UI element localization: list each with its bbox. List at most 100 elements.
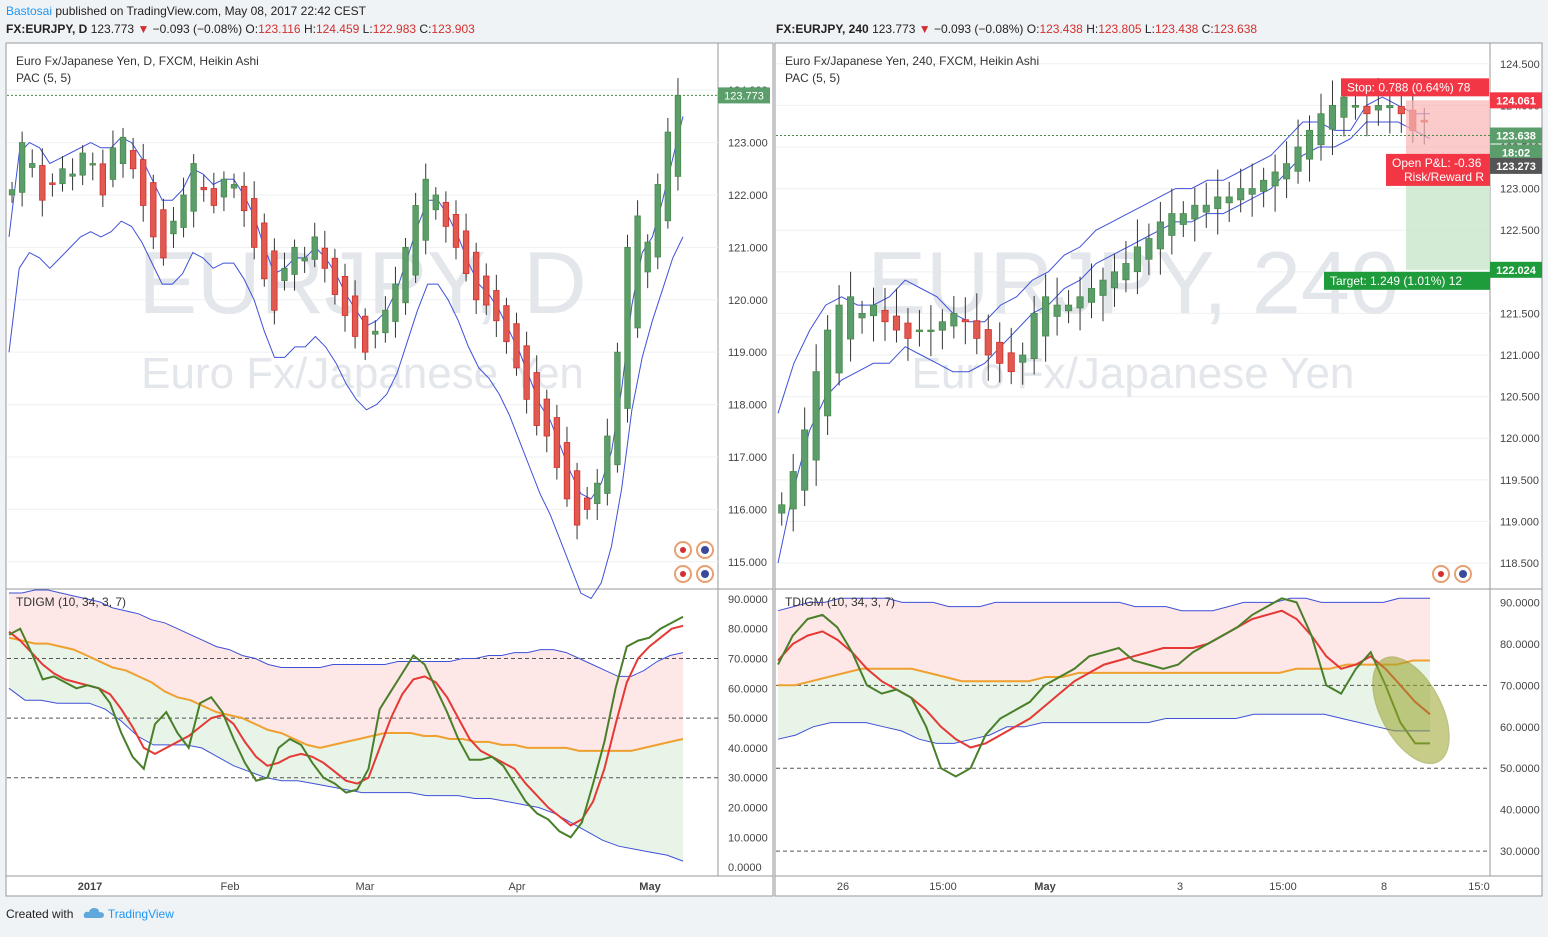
right-candle-body[interactable] <box>1214 196 1222 210</box>
right-candle-body[interactable] <box>1099 279 1107 296</box>
right-candle-body[interactable] <box>1317 113 1325 146</box>
left-symbol[interactable]: FX:EURJPY, D <box>6 22 87 36</box>
left-candle-body[interactable] <box>392 283 399 322</box>
right-candle-body[interactable] <box>1283 163 1291 180</box>
author-link[interactable]: Bastosai <box>6 4 52 18</box>
left-candle-body[interactable] <box>119 136 127 164</box>
left-candle-body[interactable] <box>99 163 107 196</box>
right-candle-body[interactable] <box>778 504 786 514</box>
left-candle-body[interactable] <box>644 241 651 273</box>
right-candle-body[interactable] <box>927 329 935 332</box>
charts-svg[interactable]: 124.000123.000122.000121.000120.000119.0… <box>0 0 1548 932</box>
left-candle-body[interactable] <box>533 372 540 426</box>
left-candle-body[interactable] <box>321 247 328 269</box>
right-candle-body[interactable] <box>904 322 912 339</box>
right-candle-body[interactable] <box>1340 96 1348 118</box>
left-candle-body[interactable] <box>624 246 631 409</box>
right-candle-body[interactable] <box>1030 313 1038 360</box>
left-candle-body[interactable] <box>49 182 56 185</box>
left-candle-body[interactable] <box>362 315 369 353</box>
left-candle-body[interactable] <box>220 178 228 198</box>
left-candle-body[interactable] <box>301 257 308 262</box>
left-candle-body[interactable] <box>543 398 550 437</box>
left-candle-body[interactable] <box>573 470 581 526</box>
left-candle-body[interactable] <box>240 185 248 212</box>
right-candle-body[interactable] <box>1351 105 1359 108</box>
left-candle-body[interactable] <box>493 290 500 322</box>
left-candle-body[interactable] <box>513 323 520 369</box>
left-candle-body[interactable] <box>674 95 682 177</box>
footer-brand-link[interactable]: TradingView <box>108 907 174 921</box>
left-candle-body[interactable] <box>129 150 137 170</box>
right-candle-body[interactable] <box>1374 105 1382 111</box>
left-candle-body[interactable] <box>442 201 450 227</box>
right-candle-body[interactable] <box>1053 304 1061 317</box>
left-candle-body[interactable] <box>18 142 26 193</box>
right-candle-body[interactable] <box>1191 204 1199 220</box>
right-candle-body[interactable] <box>1065 304 1073 312</box>
left-candle-body[interactable] <box>150 182 157 238</box>
right-candle-body[interactable] <box>1007 352 1015 373</box>
left-candle-body[interactable] <box>210 188 218 206</box>
left-candle-body[interactable] <box>372 330 379 335</box>
left-candle-body[interactable] <box>190 163 197 212</box>
left-candle-body[interactable] <box>291 246 298 275</box>
left-candle-body[interactable] <box>563 442 571 500</box>
left-candle-body[interactable] <box>170 220 177 235</box>
left-candle-body[interactable] <box>351 295 359 337</box>
left-candle-body[interactable] <box>412 205 419 276</box>
left-candle-body[interactable] <box>109 147 117 180</box>
right-candle-body[interactable] <box>1202 204 1210 213</box>
right-candle-body[interactable] <box>1271 171 1279 187</box>
right-candle-body[interactable] <box>1397 106 1405 115</box>
right-candle-body[interactable] <box>847 296 855 340</box>
left-candle-body[interactable] <box>251 198 258 248</box>
left-candle-body[interactable] <box>200 186 207 191</box>
right-candle-body[interactable] <box>881 309 889 323</box>
right-candle-body[interactable] <box>1225 196 1233 204</box>
right-candle-body[interactable] <box>1363 105 1371 115</box>
right-candle-body[interactable] <box>1110 271 1119 289</box>
left-candle-body[interactable] <box>402 246 409 304</box>
right-candle-body[interactable] <box>1087 288 1096 303</box>
right-candle-body[interactable] <box>869 304 878 317</box>
left-candle-body[interactable] <box>281 267 288 281</box>
right-candle-body[interactable] <box>1042 296 1050 337</box>
right-candle-body[interactable] <box>1168 213 1176 236</box>
left-candle-body[interactable] <box>331 257 339 295</box>
right-candle-body[interactable] <box>1260 179 1268 192</box>
right-candle-body[interactable] <box>1156 221 1164 250</box>
left-candle-body[interactable] <box>69 173 76 177</box>
left-candle-body[interactable] <box>472 251 480 301</box>
left-candle-body[interactable] <box>432 194 439 211</box>
left-candle-body[interactable] <box>422 178 429 241</box>
left-candle-body[interactable] <box>271 250 278 311</box>
right-candle-body[interactable] <box>1294 146 1302 172</box>
right-candle-body[interactable] <box>1386 105 1394 109</box>
left-candle-body[interactable] <box>79 152 86 176</box>
left-candle-body[interactable] <box>382 309 389 334</box>
left-candle-body[interactable] <box>664 131 672 222</box>
right-symbol[interactable]: FX:EURJPY, 240 <box>776 22 869 36</box>
right-candle-body[interactable] <box>1145 238 1153 260</box>
left-candle-body[interactable] <box>483 275 490 306</box>
left-candle-body[interactable] <box>614 351 621 466</box>
left-candle-body[interactable] <box>29 163 36 168</box>
left-candle-body[interactable] <box>523 345 530 400</box>
right-candle-body[interactable] <box>996 341 1004 364</box>
left-candle-body[interactable] <box>230 184 238 189</box>
left-candle-body[interactable] <box>452 213 460 248</box>
right-candle-body[interactable] <box>858 313 866 319</box>
left-candle-body[interactable] <box>140 159 147 206</box>
left-candle-body[interactable] <box>583 497 591 510</box>
right-candle-body[interactable] <box>1179 213 1187 225</box>
right-candle-body[interactable] <box>973 320 981 339</box>
right-candle-body[interactable] <box>835 304 843 374</box>
right-candle-body[interactable] <box>984 329 992 356</box>
right-candle-body[interactable] <box>1019 354 1027 363</box>
right-candle-body[interactable] <box>1133 246 1141 273</box>
right-candle-body[interactable] <box>1076 296 1084 309</box>
left-candle-body[interactable] <box>594 482 601 505</box>
right-candle-body[interactable] <box>961 319 969 323</box>
right-candle-body[interactable] <box>1237 188 1245 201</box>
